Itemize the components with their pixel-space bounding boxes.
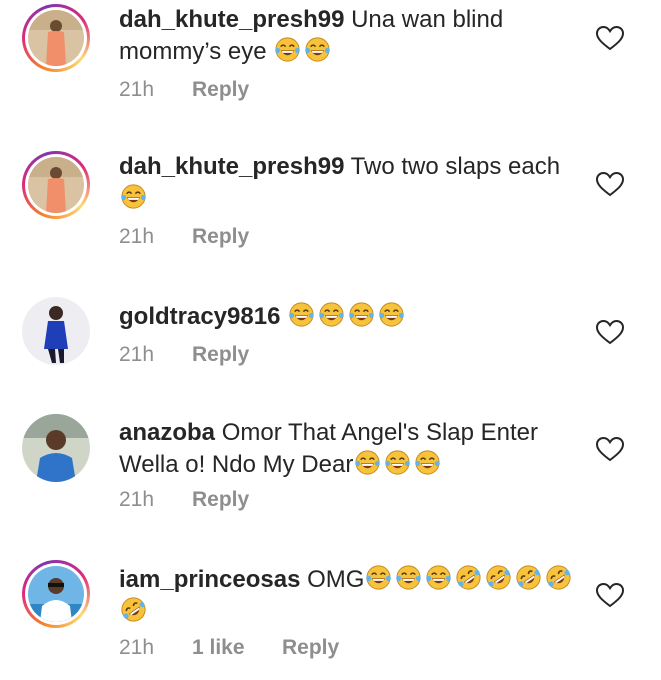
reply-button[interactable]: Reply [192, 488, 249, 512]
avatar[interactable] [22, 560, 90, 628]
comment-username[interactable]: dah_khute_presh99 [119, 153, 344, 180]
comment-text: anazoba Omor That Angel's Slap Enter Wel… [119, 417, 579, 480]
heart-icon[interactable] [595, 24, 625, 52]
comment-item: iam_princeosas OMG 21h 1 like Reply [0, 555, 661, 680]
heart-icon[interactable] [595, 435, 625, 463]
tears-of-joy-emoji-icon [349, 302, 374, 327]
comment-meta: 21h 1 like Reply [119, 636, 339, 660]
comment-body: OMG [307, 566, 365, 593]
rolling-laughing-emoji-icon [546, 565, 572, 590]
tears-of-joy-emoji-icon [275, 37, 301, 62]
avatar-image [28, 566, 84, 622]
comment-text: iam_princeosas OMG [119, 563, 579, 627]
comment-time: 21h [119, 343, 155, 366]
comment-time: 21h [119, 225, 155, 248]
avatar-image [22, 414, 90, 482]
reply-button[interactable]: Reply [282, 636, 339, 660]
rolling-laughing-emoji-icon [121, 597, 146, 622]
comment-text: goldtracy9816 [119, 300, 579, 332]
tears-of-joy-emoji-icon [415, 450, 441, 475]
tears-of-joy-emoji-icon [121, 184, 146, 209]
avatar-image [22, 297, 90, 365]
comment-meta: 21h Reply [119, 343, 249, 367]
comment-text: dah_khute_presh99 Two two slaps each [119, 151, 579, 214]
rolling-laughing-emoji-icon [456, 565, 482, 590]
avatar-image [28, 157, 84, 213]
comment-time: 21h [119, 636, 155, 659]
comment-item: dah_khute_presh99 Una wan blind mommy’s … [0, 0, 661, 140]
comment-username[interactable]: dah_khute_presh99 [119, 6, 344, 33]
comment-text: dah_khute_presh99 Una wan blind mommy’s … [119, 4, 579, 67]
tears-of-joy-emoji-icon [379, 302, 404, 327]
comment-meta: 21h Reply [119, 225, 249, 249]
comment-time: 21h [119, 78, 155, 101]
heart-icon[interactable] [595, 318, 625, 346]
comment-username[interactable]: goldtracy9816 [119, 303, 280, 330]
comment-item: anazoba Omor That Angel's Slap Enter Wel… [0, 405, 661, 545]
tears-of-joy-emoji-icon [305, 37, 331, 62]
avatar-image [28, 10, 84, 66]
tears-of-joy-emoji-icon [366, 565, 392, 590]
avatar[interactable] [22, 297, 90, 365]
comment-item: goldtracy9816 21h Reply [0, 290, 661, 400]
reply-button[interactable]: Reply [192, 78, 249, 102]
avatar[interactable] [22, 151, 90, 219]
heart-icon[interactable] [595, 581, 625, 609]
comment-username[interactable]: anazoba [119, 419, 215, 446]
comment-meta: 21h Reply [119, 78, 249, 102]
tears-of-joy-emoji-icon [319, 302, 344, 327]
comment-meta: 21h Reply [119, 488, 249, 512]
comment-item: dah_khute_presh99 Two two slaps each 21h… [0, 145, 661, 285]
avatar[interactable] [22, 4, 90, 72]
tears-of-joy-emoji-icon [396, 565, 422, 590]
avatar[interactable] [22, 414, 90, 482]
comment-emojis [273, 37, 333, 65]
comment-username[interactable]: iam_princeosas [119, 566, 300, 593]
comment-emojis [119, 184, 149, 212]
tears-of-joy-emoji-icon [385, 450, 411, 475]
rolling-laughing-emoji-icon [516, 565, 542, 590]
comment-body: Two two slaps each [350, 153, 561, 180]
comment-emojis [287, 302, 407, 330]
like-count[interactable]: 1 like [192, 636, 282, 660]
tears-of-joy-emoji-icon [426, 565, 452, 590]
tears-of-joy-emoji-icon [355, 450, 381, 475]
comment-emojis [353, 450, 443, 478]
rolling-laughing-emoji-icon [486, 565, 512, 590]
heart-icon[interactable] [595, 170, 625, 198]
comment-time: 21h [119, 488, 155, 511]
reply-button[interactable]: Reply [192, 343, 249, 367]
reply-button[interactable]: Reply [192, 225, 249, 249]
tears-of-joy-emoji-icon [289, 302, 314, 327]
